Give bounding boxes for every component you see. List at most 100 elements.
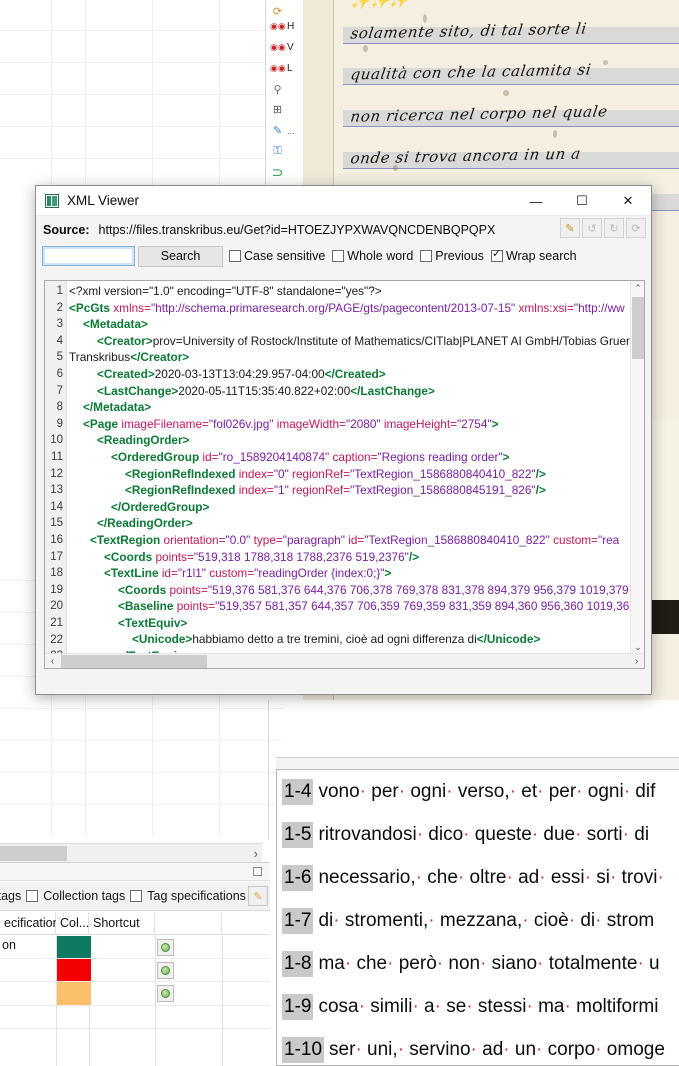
scroll-left-arrow[interactable]: ‹ (45, 654, 60, 668)
code-vertical-scrollbar[interactable]: ⌃ ⌄ (630, 281, 644, 654)
option-whole-word[interactable]: Whole word (332, 249, 413, 263)
pencil-edit-icon: ✎ (253, 890, 263, 903)
scroll-thumb[interactable] (0, 846, 67, 861)
option-previous[interactable]: Previous (420, 249, 484, 263)
line-text[interactable]: ser· uni,· servino· ad· un· corpo· omoge (329, 1039, 679, 1061)
toolbar-item-flip-vertical[interactable]: ◉◉ V (270, 37, 300, 57)
toolbar-item-magic-wand[interactable]: ⚿ (270, 141, 300, 161)
column-header-shortcut[interactable]: Shortcut (89, 912, 155, 935)
transcript-row[interactable]: 1-10 ser· uni,· servino· ad· un· corpo· … (277, 1028, 679, 1065)
close-button[interactable]: ✕ (605, 186, 651, 216)
transcript-row[interactable]: 1-9 cosa· simili· a· se· stessi· ma· mol… (277, 985, 679, 1028)
add-green-icon[interactable] (157, 962, 174, 979)
toolbar-item-flip-line[interactable]: ◉◉ L (270, 58, 300, 78)
line-number: 17 (50, 550, 63, 563)
code-line[interactable]: </Metadata> (69, 399, 630, 416)
transcript-panel[interactable]: 1-4 vono· per· ogni· verso,· et· per· og… (276, 769, 679, 1066)
minimize-button[interactable]: — (513, 186, 559, 216)
checkbox-previous[interactable] (420, 250, 433, 262)
line-text[interactable]: ma· che· però· non· siano· totalmente· u (318, 953, 679, 975)
edit-pencil-icon[interactable]: ✎ (560, 218, 580, 238)
source-url[interactable]: https://files.transkribus.eu/Get?id=HTOE… (99, 223, 496, 237)
scroll-thumb-vertical[interactable] (632, 297, 644, 359)
xml-viewer-dialog[interactable]: XML Viewer — ☐ ✕ Source: https://files.t… (35, 185, 652, 695)
checkbox-wrap-search[interactable] (490, 248, 503, 262)
code-line[interactable]: Transkribus</Creator> (69, 349, 630, 366)
code-line[interactable]: <Coords points="519,376 581,376 644,376 … (69, 582, 630, 599)
code-line[interactable]: <LastChange>2020-05-11T15:35:40.822+02:0… (69, 383, 630, 400)
source-toolbar: ✎ ↺ ↻ ⟳ (560, 218, 646, 238)
code-line[interactable]: <Creator>prov=University of Rostock/Inst… (69, 333, 630, 350)
line-text[interactable]: cosa· simili· a· se· stessi· ma· moltifo… (318, 996, 679, 1018)
column-header-blank1[interactable] (155, 912, 222, 935)
grid-table-icon: ⊞ (272, 103, 283, 116)
toolbar-item-undo[interactable]: ⊃ (270, 162, 300, 182)
maximize-square-icon[interactable] (253, 867, 262, 876)
code-line[interactable]: <Page imageFilename="fol026v.jpg" imageW… (69, 416, 630, 433)
checkbox-case-sensitive[interactable] (229, 250, 241, 262)
code-line[interactable]: </OrderedGroup> (69, 499, 630, 516)
code-line[interactable]: <Metadata> (69, 316, 630, 333)
code-line[interactable]: <RegionRefIndexed index="1" regionRef="T… (69, 482, 630, 499)
search-input[interactable] (42, 246, 135, 266)
line-text[interactable]: vono· per· ogni· verso,· et· per· ogni· … (318, 781, 679, 803)
code-line[interactable]: <Coords points="519,318 1788,318 1788,23… (69, 549, 630, 566)
tag-color-swatch[interactable] (57, 982, 91, 1005)
transcript-row[interactable]: 1-5 ritrovandosi· dico· queste· due· sor… (277, 813, 679, 856)
checkbox-collection-tags[interactable] (26, 890, 39, 902)
tag-edit-button[interactable]: ✎ (248, 886, 268, 906)
add-green-icon[interactable] (157, 939, 174, 956)
transcript-row[interactable]: 1-4 vono· per· ogni· verso,· et· per· og… (277, 770, 679, 813)
scroll-down-arrow[interactable]: ⌄ (631, 640, 644, 654)
toolbar-item-flip-horizontal[interactable]: ◉◉ H (270, 16, 300, 36)
column-header-color[interactable]: Col... (56, 912, 89, 935)
flip-line-icon: ◉◉ (270, 62, 286, 73)
code-line[interactable]: <Baseline points="519,357 581,357 644,35… (69, 598, 630, 615)
code-line[interactable]: <OrderedGroup id="ro_1589204140874" capt… (69, 449, 630, 466)
scroll-right-arrow[interactable]: › (629, 654, 644, 668)
line-text[interactable]: di· stromenti,· mezzana,· cioè· di· stro… (318, 910, 679, 932)
line-text[interactable]: necessario,· che· oltre· ad· essi· si· t… (318, 867, 679, 889)
maximize-button[interactable]: ☐ (559, 186, 605, 216)
code-line[interactable]: <TextRegion orientation="0.0" type="para… (69, 532, 630, 549)
code-horizontal-scrollbar[interactable]: ‹ › (45, 653, 644, 668)
left-panel-horizontal-scrollbar[interactable]: › (0, 843, 262, 862)
code-line[interactable]: <RegionRefIndexed index="0" regionRef="T… (69, 466, 630, 483)
option-wrap-search[interactable]: Wrap search (490, 248, 577, 263)
checkbox-whole-word[interactable] (332, 250, 345, 262)
xml-code-lines[interactable]: <?xml version="1.0" encoding="UTF-8" sta… (69, 283, 630, 668)
line-number: 9 (56, 417, 63, 430)
code-line[interactable]: <ReadingOrder> (69, 432, 630, 449)
add-green-icon[interactable] (157, 985, 174, 1002)
scroll-up-arrow[interactable]: ⌃ (631, 281, 644, 295)
scroll-thumb-horizontal[interactable] (61, 655, 207, 668)
toolbar-item-grid-table[interactable]: ⊞ (270, 100, 300, 120)
line-number-badge: 1-5 (282, 821, 314, 848)
flip-horizontal-icon: ◉◉ (270, 20, 286, 31)
toolbar-label-h: H (287, 20, 295, 32)
transcript-row[interactable]: 1-8 ma· che· però· non· siano· totalment… (277, 942, 679, 985)
transcript-row[interactable]: 1-7 di· stromenti,· mezzana,· cioè· di· … (277, 899, 679, 942)
column-header-specification[interactable]: ecification (0, 912, 60, 935)
checkbox-tag-specifications[interactable] (130, 890, 143, 902)
code-line[interactable]: <Created>2020-03-13T13:04:29.957-04:00</… (69, 366, 630, 383)
code-line[interactable]: <?xml version="1.0" encoding="UTF-8" sta… (69, 283, 630, 300)
code-line[interactable]: <Unicode>habbiamo detto a tre tremini, c… (69, 631, 630, 648)
tag-color-swatch[interactable] (57, 936, 91, 959)
xml-code-view[interactable]: 123456789101112131415161718192021222324 … (44, 280, 645, 669)
toolbar-item-person[interactable]: ⚲ (270, 80, 300, 100)
code-line[interactable]: <TextLine id="r1l1" custom="readingOrder… (69, 565, 630, 582)
code-line[interactable]: </ReadingOrder> (69, 515, 630, 532)
manuscript-handwriting-partial: ✨✨✨ (349, 0, 411, 11)
search-button[interactable]: Search (138, 245, 223, 267)
toolbar-item-pencil-edit[interactable]: ✎ ... (270, 121, 300, 141)
transcript-row[interactable]: 1-6 necessario,· che· oltre· ad· essi· s… (277, 856, 679, 899)
code-line[interactable]: <PcGts xmlns="http://schema.primaresearc… (69, 300, 630, 317)
dialog-titlebar[interactable]: XML Viewer — ☐ ✕ (36, 186, 651, 216)
tag-color-swatch[interactable] (57, 959, 91, 982)
code-line[interactable]: <TextEquiv> (69, 615, 630, 632)
column-header-blank2[interactable] (222, 912, 270, 935)
scroll-right-arrow[interactable]: › (254, 845, 258, 862)
option-case-sensitive[interactable]: Case sensitive (229, 249, 325, 263)
line-text[interactable]: ritrovandosi· dico· queste· due· sorti· … (318, 824, 679, 846)
